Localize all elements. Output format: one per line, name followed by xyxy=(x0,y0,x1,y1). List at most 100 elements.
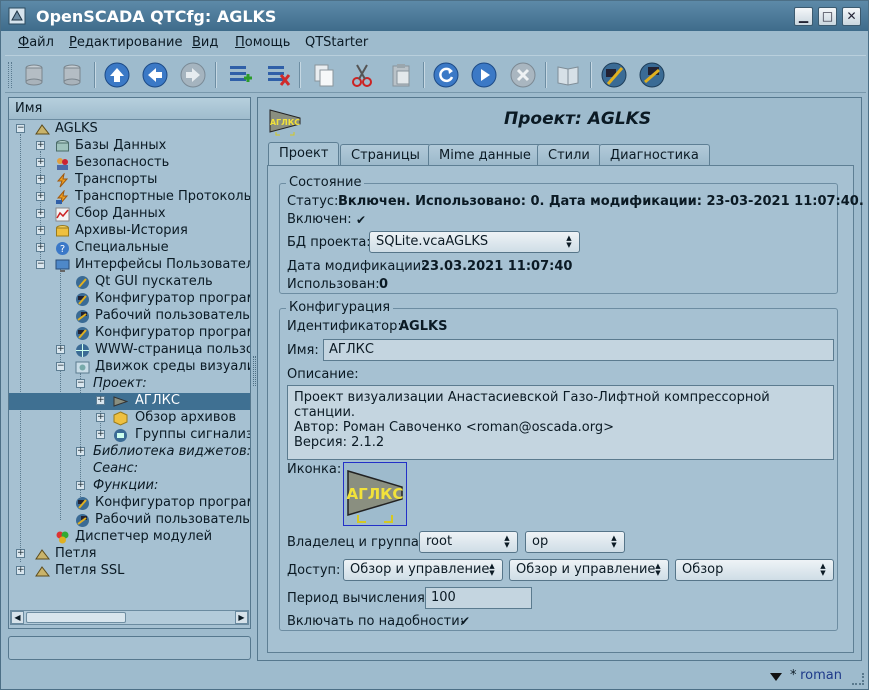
expand-icon[interactable]: + xyxy=(36,226,45,235)
module-qtcfg-icon[interactable] xyxy=(599,60,629,90)
database-save-icon[interactable] xyxy=(57,60,87,90)
menu-view[interactable]: Вид xyxy=(192,35,218,50)
tree-item-module-scheduler[interactable]: Диспетчер модулей xyxy=(9,529,250,546)
stop-icon[interactable] xyxy=(508,60,538,90)
tab-project[interactable]: Проект xyxy=(268,142,340,167)
owner-select[interactable]: root ▲ ▼ xyxy=(419,531,518,553)
up-icon[interactable] xyxy=(102,60,132,90)
tree-item-data-acquisition[interactable]: + Сбор Данных xyxy=(9,206,250,223)
collapse-icon[interactable]: − xyxy=(56,362,65,371)
project-icon: АГЛКС xyxy=(269,109,301,136)
expand-icon[interactable]: + xyxy=(36,158,45,167)
expand-icon[interactable]: + xyxy=(36,141,45,150)
expand-icon[interactable]: + xyxy=(36,243,45,252)
access-group-select[interactable]: Обзор и управление ▲ ▼ xyxy=(509,559,669,581)
tree-item-user-workspace-1[interactable]: Рабочий пользовательск xyxy=(9,308,250,325)
collapse-icon[interactable]: − xyxy=(36,260,45,269)
expand-icon[interactable]: + xyxy=(76,447,85,456)
access-owner-select[interactable]: Обзор и управление ▲ ▼ xyxy=(343,559,503,581)
resize-grip[interactable] xyxy=(852,673,864,685)
tree-item-archives[interactable]: + Архивы-История xyxy=(9,223,250,240)
tree-item-specials[interactable]: + ? Специальные xyxy=(9,240,250,257)
expand-icon[interactable]: + xyxy=(56,345,65,354)
tree-item-alarm-groups[interactable]: + Группы сигнализа xyxy=(9,427,250,444)
tree-horizontal-scrollbar[interactable]: ◀ ▶ xyxy=(10,610,249,625)
tree-item-functions[interactable]: + Функции: xyxy=(9,478,250,495)
tree-item-loop[interactable]: + Петля xyxy=(9,546,250,563)
enabled-checkbox[interactable]: ✔ xyxy=(355,214,367,226)
expand-icon[interactable]: + xyxy=(36,192,45,201)
period-field[interactable]: 100 xyxy=(425,587,532,609)
scroll-thumb[interactable] xyxy=(26,612,126,623)
tree-item-www-page[interactable]: + WWW-страница пользов xyxy=(9,342,250,359)
tree-item-loop-ssl[interactable]: + Петля SSL xyxy=(9,563,250,580)
access-other-select[interactable]: Обзор ▲ ▼ xyxy=(675,559,834,581)
expand-icon[interactable]: + xyxy=(36,175,45,184)
add-item-icon[interactable] xyxy=(224,60,254,90)
paste-icon[interactable] xyxy=(386,60,416,90)
web-icon xyxy=(76,344,89,357)
tree-column-header[interactable]: Имя xyxy=(9,98,250,120)
tree-item-program-configurator-3[interactable]: Конфигуратор программ xyxy=(9,495,250,512)
expand-icon[interactable]: + xyxy=(16,549,25,558)
tree-item-aglks-project[interactable]: + АГЛКС xyxy=(9,393,250,410)
tree-item-databases[interactable]: + Базы Данных xyxy=(9,138,250,155)
tree-item-session[interactable]: Сеанс: xyxy=(9,461,250,478)
copy-icon[interactable] xyxy=(309,60,339,90)
project-icon-picker[interactable]: АГЛКС xyxy=(343,462,407,526)
tree-item-user-workspace-2[interactable]: Рабочий пользовательск xyxy=(9,512,250,529)
group-select[interactable]: op ▲ ▼ xyxy=(525,531,625,553)
expand-icon[interactable]: + xyxy=(16,566,25,575)
menu-qtstarter[interactable]: QTStarter xyxy=(305,35,368,50)
scroll-right-icon[interactable]: ▶ xyxy=(235,611,248,624)
delete-item-icon[interactable] xyxy=(262,60,292,90)
tab-pages[interactable]: Страницы xyxy=(340,144,431,166)
collapse-icon[interactable]: − xyxy=(76,379,85,388)
chevron-down-icon[interactable] xyxy=(769,671,783,683)
expand-icon[interactable]: + xyxy=(96,396,105,405)
cut-icon[interactable] xyxy=(347,60,377,90)
start-icon[interactable] xyxy=(469,60,499,90)
menu-edit[interactable]: Редактирование xyxy=(69,35,182,50)
tree-item-program-configurator-2[interactable]: Конфигуратор программ xyxy=(9,325,250,342)
menu-help[interactable]: Помощь xyxy=(235,35,290,50)
tree-item-program-configurator-1[interactable]: Конфигуратор программ xyxy=(9,291,250,308)
scroll-left-icon[interactable]: ◀ xyxy=(11,611,24,624)
description-textarea[interactable]: Проект визуализации Анастасиевской Газо-… xyxy=(287,385,834,460)
menu-file[interactable]: Файл xyxy=(18,35,54,50)
module-vision-icon[interactable] xyxy=(637,60,667,90)
close-button[interactable]: ✕ xyxy=(842,7,861,26)
tree-item-qt-gui-launcher[interactable]: Qt GUI пускатель xyxy=(9,274,250,291)
toolbar-grip[interactable] xyxy=(8,62,12,88)
tree-item-archive-overview[interactable]: + Обзор архивов xyxy=(9,410,250,427)
tree-item-transports[interactable]: + Транспорты xyxy=(9,172,250,189)
tree-item-project-group[interactable]: − Проект: xyxy=(9,376,250,393)
status-user[interactable]: roman xyxy=(800,668,842,683)
expand-icon[interactable]: + xyxy=(76,481,85,490)
collapse-icon[interactable]: − xyxy=(16,124,25,133)
tree-item-security[interactable]: + Безопасность xyxy=(9,155,250,172)
tree-item-user-interfaces[interactable]: − Интерфейсы Пользователя xyxy=(9,257,250,274)
manual-icon[interactable] xyxy=(553,60,583,90)
tree-item-transport-protocols[interactable]: + Транспортные Протоколы xyxy=(9,189,250,206)
expand-icon[interactable]: + xyxy=(36,209,45,218)
tree-item-visualization-engine[interactable]: − Движок среды визуализ xyxy=(9,359,250,376)
tab-diagnostics[interactable]: Диагностика xyxy=(599,144,710,166)
refresh-icon[interactable] xyxy=(431,60,461,90)
tab-styles[interactable]: Стили xyxy=(537,144,601,166)
maximize-button[interactable]: □ xyxy=(818,7,837,26)
minimize-button[interactable]: ▁ xyxy=(794,7,813,26)
back-icon[interactable] xyxy=(140,60,170,90)
alarm-icon xyxy=(114,429,127,442)
panel-splitter[interactable] xyxy=(253,356,256,386)
forward-icon[interactable] xyxy=(178,60,208,90)
tree-item-aglks[interactable]: − AGLKS xyxy=(9,121,250,138)
database-load-icon[interactable] xyxy=(19,60,49,90)
expand-icon[interactable]: + xyxy=(96,413,105,422)
expand-icon[interactable]: + xyxy=(96,430,105,439)
ondemand-checkbox[interactable]: ✔ xyxy=(459,615,471,627)
db-select[interactable]: SQLite.vcaAGLKS ▲ ▼ xyxy=(369,231,580,253)
name-field[interactable]: АГЛКС xyxy=(323,339,834,361)
tree-item-widget-library[interactable]: + Библиотека виджетов: xyxy=(9,444,250,461)
tab-mime-data[interactable]: Mime данные xyxy=(428,144,542,166)
